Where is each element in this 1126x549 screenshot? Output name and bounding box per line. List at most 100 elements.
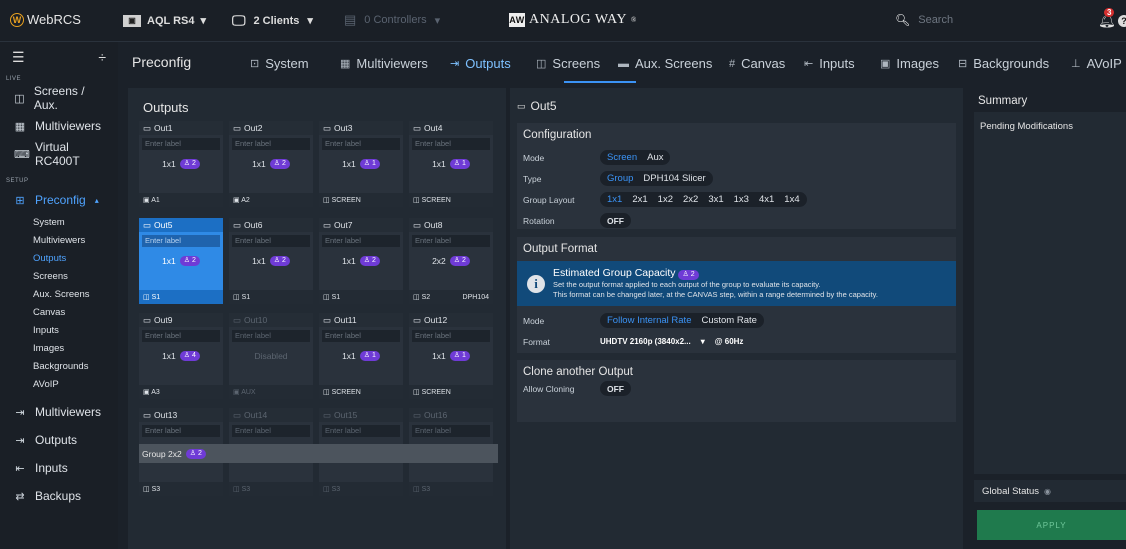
tab-canvas[interactable]: # Canvas xyxy=(729,56,785,71)
label-input[interactable]: Enter label xyxy=(142,425,220,437)
capacity-badge: ♙ 1 xyxy=(449,159,470,169)
output-cell[interactable]: ▭ Out1 Enter label 1x1 ♙ 2 ▣ A1 xyxy=(139,121,223,207)
label-input[interactable]: Enter label xyxy=(232,330,310,342)
layout-option[interactable]: 2x1 xyxy=(628,194,651,205)
collapse-icon[interactable]: ÷ xyxy=(98,49,106,65)
output-cell[interactable]: ▭ Out6 Enter label 1x1 ♙ 2 ◫ S1 xyxy=(229,218,313,304)
output-cell[interactable]: ▭ Out5 Enter label 1x1 ♙ 2 ◫ S1 xyxy=(139,218,223,304)
sidebar-item-outputs[interactable]: ⇥ Outputs xyxy=(0,426,118,454)
layout-option[interactable]: 1x4 xyxy=(780,194,803,205)
allow-cloning-toggle[interactable]: OFF xyxy=(600,381,631,396)
tab-backgrounds[interactable]: ⊟ Backgrounds xyxy=(958,56,1049,71)
tab-bar: Preconfig ⊡ System ▦ Multiviewers ⇥ Outputs… xyxy=(118,42,1126,84)
tab-images[interactable]: ▣ Images xyxy=(880,56,939,71)
sidebar-item-preconfig[interactable]: ⊞ Preconfig ▴ xyxy=(0,186,118,214)
sidebar-item-inputs[interactable]: ⇤ Inputs xyxy=(0,454,118,482)
mode-screen[interactable]: Screen xyxy=(603,152,641,163)
layout-option[interactable]: 1x1 xyxy=(603,194,626,205)
label-input[interactable]: Enter label xyxy=(322,330,400,342)
sidebar-sub-inputs[interactable]: Inputs xyxy=(0,322,118,340)
label-input[interactable]: Enter label xyxy=(232,138,310,150)
sidebar-item-virtual-rc400t[interactable]: ⌨ Virtual RC400T xyxy=(0,140,118,168)
group-layout-toggle[interactable]: 1x1 2x1 1x2 2x2 3x1 1x3 4x1 1x4 xyxy=(600,192,807,207)
sidebar-sub-multiviewers[interactable]: Multiviewers xyxy=(0,232,118,250)
type-group[interactable]: Group xyxy=(603,173,637,184)
search-box[interactable]: 🔍︎ Search xyxy=(895,13,953,27)
sidebar-sub-images[interactable]: Images xyxy=(0,340,118,358)
output-cell[interactable]: ▭ Out12 Enter label 1x1 ♙ 1 ◫ SCREEN xyxy=(409,313,493,399)
sidebar-sub-canvas[interactable]: Canvas xyxy=(0,304,118,322)
sidebar-sub-system[interactable]: System xyxy=(0,214,118,232)
capacity-badge: ♙ 1 xyxy=(359,159,380,169)
output-cell[interactable]: ▭ Out4 Enter label 1x1 ♙ 1 ◫ SCREEN xyxy=(409,121,493,207)
notifications-button[interactable]: 🔔︎ 3 xyxy=(1098,8,1116,29)
layout-option[interactable]: 4x1 xyxy=(755,194,778,205)
tab-multiviewers[interactable]: ▦ Multiviewers xyxy=(340,56,428,71)
label-input[interactable]: Enter label xyxy=(322,138,400,150)
sidebar-item-multiviewers-bottom[interactable]: ⇥ Multiviewers xyxy=(0,398,118,426)
menu-icon[interactable]: ☰ xyxy=(12,49,25,66)
output-cell[interactable]: ▭ Out7 Enter label 1x1 ♙ 2 ◫ S1 xyxy=(319,218,403,304)
mode-aux[interactable]: Aux xyxy=(643,152,667,163)
output-icon: ▭ xyxy=(233,122,242,133)
tab-system[interactable]: ⊡ System xyxy=(250,56,309,71)
sidebar-item-multiviewers[interactable]: ▦ Multiviewers xyxy=(0,112,118,140)
label-input[interactable]: Enter label xyxy=(232,235,310,247)
tab-inputs[interactable]: ⇤ Inputs xyxy=(804,56,855,71)
label-input[interactable]: Enter label xyxy=(412,235,490,247)
format-select[interactable]: UHDTV 2160p (3840x2... xyxy=(600,337,691,346)
layout-option[interactable]: 1x2 xyxy=(654,194,677,205)
tab-aux-screens[interactable]: ▬ Aux. Screens xyxy=(618,56,712,71)
clients-selector[interactable]: 🖵 2 Clients ▾ xyxy=(232,12,313,29)
label-input[interactable]: Enter label xyxy=(142,235,220,247)
rate-value: @ 60Hz xyxy=(714,337,744,346)
tab-screens[interactable]: ◫ Screens xyxy=(536,56,600,71)
group-overlay[interactable]: Group 2x2 ♙ 2 xyxy=(139,444,498,463)
app-logo[interactable]: W WebRCS xyxy=(10,12,81,27)
output-cell[interactable]: ▭ Out3 Enter label 1x1 ♙ 1 ◫ SCREEN xyxy=(319,121,403,207)
output-cell[interactable]: ▭ Out8 Enter label 2x2 ♙ 2 ◫ S2 DPH104 xyxy=(409,218,493,304)
label-input[interactable]: Enter label xyxy=(322,235,400,247)
rate-mode-toggle[interactable]: Follow Internal Rate Custom Rate xyxy=(600,313,764,328)
page-title: Preconfig xyxy=(132,54,192,70)
backups-icon: ⇄ xyxy=(15,490,25,503)
layout-option[interactable]: 2x2 xyxy=(679,194,702,205)
label-input[interactable]: Enter label xyxy=(322,425,400,437)
help-icon[interactable]: ? xyxy=(1118,15,1126,27)
apply-button[interactable]: APPLY xyxy=(977,510,1126,540)
tab-outputs[interactable]: ⇥ Outputs xyxy=(450,56,511,71)
output-icon: ▭ xyxy=(413,314,422,325)
output-cell[interactable]: ▭ Out11 Enter label 1x1 ♙ 1 ◫ SCREEN xyxy=(319,313,403,399)
output-cell[interactable]: ▭ Out9 Enter label 1x1 ♙ 4 ▣ A3 xyxy=(139,313,223,399)
sidebar-sub-backgrounds[interactable]: Backgrounds xyxy=(0,358,118,376)
sidebar-sub-aux-screens[interactable]: Aux. Screens xyxy=(0,286,118,304)
label-input[interactable]: Enter label xyxy=(142,138,220,150)
chevron-down-icon[interactable]: ▾ xyxy=(701,337,705,346)
label-input[interactable]: Enter label xyxy=(412,138,490,150)
sidebar-item-backups[interactable]: ⇄ Backups xyxy=(0,482,118,510)
custom-rate[interactable]: Custom Rate xyxy=(697,315,760,326)
controllers-selector[interactable]: ▤ 0 Controllers ▾ xyxy=(344,12,440,28)
sidebar-sub-avoip[interactable]: AVoIP xyxy=(0,376,118,394)
sidebar-sub-screens[interactable]: Screens xyxy=(0,268,118,286)
multiviewer-icon: ▦ xyxy=(14,120,26,133)
type-toggle[interactable]: Group DPH104 Slicer xyxy=(600,171,713,186)
layout-option[interactable]: 1x3 xyxy=(730,194,753,205)
output-icon: ▭ xyxy=(413,219,422,230)
mode-toggle[interactable]: Screen Aux xyxy=(600,150,671,165)
label-input[interactable]: Enter label xyxy=(232,425,310,437)
label-input[interactable]: Enter label xyxy=(412,330,490,342)
device-selector[interactable]: ▣ AQL RS4 ▾ xyxy=(123,14,206,27)
label-input[interactable]: Enter label xyxy=(142,330,220,342)
sidebar-item-screens[interactable]: ◫ Screens / Aux. xyxy=(0,84,118,112)
output-cell[interactable]: ▭ Out2 Enter label 1x1 ♙ 2 ▣ A2 xyxy=(229,121,313,207)
follow-internal-rate[interactable]: Follow Internal Rate xyxy=(603,315,695,326)
layout-option[interactable]: 3x1 xyxy=(704,194,727,205)
output-cell[interactable]: ▭ Out10 Enter label Disabled ▣ AUX xyxy=(229,313,313,399)
sidebar-sub-outputs[interactable]: Outputs xyxy=(0,250,118,268)
multiviewer-icon: ▦ xyxy=(340,58,351,70)
tab-avoip[interactable]: ⊥ AVoIP xyxy=(1071,56,1122,71)
type-dph104[interactable]: DPH104 Slicer xyxy=(639,173,709,184)
rotation-toggle[interactable]: OFF xyxy=(600,213,631,228)
label-input[interactable]: Enter label xyxy=(412,425,490,437)
